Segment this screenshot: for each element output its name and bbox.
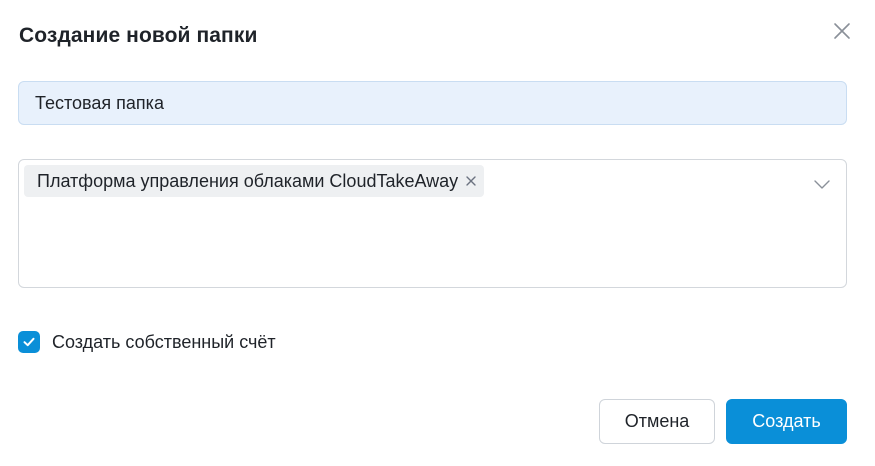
close-small-icon (466, 176, 476, 186)
create-folder-dialog: Создание новой папки Платформа управлени… (0, 0, 875, 466)
cancel-button[interactable]: Отмена (599, 399, 715, 444)
selected-service-chip: Платформа управления облаками CloudTakeA… (24, 165, 485, 197)
dialog-title: Создание новой папки (19, 24, 258, 47)
chevron-down-icon[interactable] (812, 174, 832, 194)
close-button[interactable] (830, 19, 854, 43)
own-account-label: Создать собственный счёт (52, 331, 276, 352)
folder-name-input[interactable] (18, 81, 847, 125)
service-multiselect[interactable]: Платформа управления облаками CloudTakeA… (18, 159, 847, 288)
checkmark-icon (23, 337, 35, 347)
own-account-checkbox[interactable] (18, 331, 40, 353)
chip-label: Платформа управления облаками CloudTakeA… (37, 170, 459, 191)
own-account-option[interactable]: Создать собственный счёт (18, 331, 276, 353)
chip-remove-button[interactable] (464, 174, 478, 188)
close-icon (834, 23, 850, 39)
create-button[interactable]: Создать (726, 399, 847, 444)
